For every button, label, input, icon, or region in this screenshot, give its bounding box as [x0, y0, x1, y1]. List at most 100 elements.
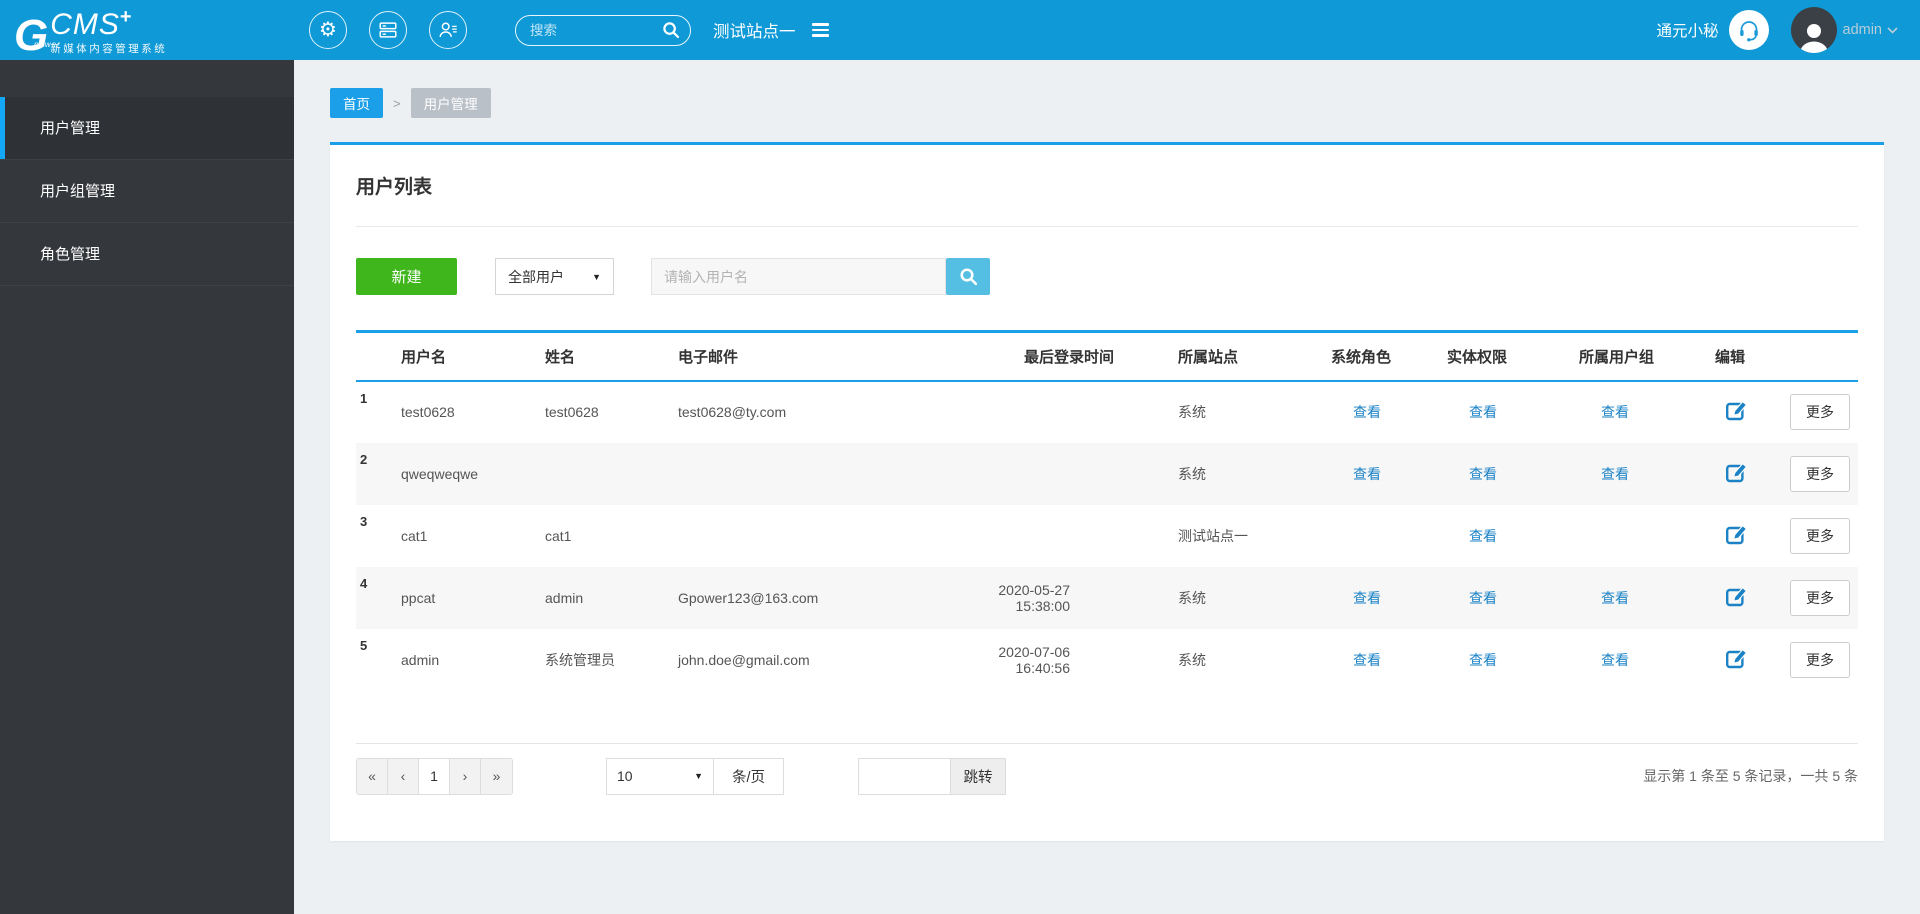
user-filter-select[interactable]: 全部用户 ▼: [495, 258, 614, 295]
col-email: 电子邮件: [678, 348, 739, 366]
avatar-person-icon: [1799, 24, 1828, 53]
view-link[interactable]: 查看: [1353, 652, 1381, 668]
view-link[interactable]: 查看: [1469, 404, 1497, 420]
cell-user-group: 查看: [1575, 443, 1711, 505]
more-button[interactable]: 更多: [1790, 517, 1850, 554]
cell-user-group: 查看: [1575, 629, 1711, 691]
user-filter-value: 全部用户: [508, 268, 564, 285]
page-size-select[interactable]: 10 ▼: [606, 757, 714, 795]
page-number-button[interactable]: 1: [419, 758, 450, 794]
username-search-input[interactable]: [651, 258, 946, 295]
more-button[interactable]: 更多: [1790, 455, 1850, 492]
view-link[interactable]: 查看: [1469, 590, 1497, 606]
view-link[interactable]: 查看: [1353, 404, 1381, 420]
main-content: 首页 > 用户管理 用户列表 新建 全部用户 ▼ 请输入用户名 用户名 姓名 电…: [294, 60, 1920, 914]
settings-button[interactable]: ⚙: [309, 11, 347, 49]
global-search-input[interactable]: [530, 22, 662, 38]
cell-username: ppcat: [401, 589, 436, 606]
breadcrumb-home[interactable]: 首页: [330, 88, 383, 118]
cell-email: john.doe@gmail.com: [678, 651, 810, 668]
view-link[interactable]: 查看: [1601, 404, 1629, 420]
breadcrumb-current: 用户管理: [410, 88, 491, 118]
cell-username: qweqweqwe: [401, 465, 479, 482]
cell-email: Gpower123@163.com: [678, 589, 819, 606]
cell-username: admin: [401, 651, 440, 668]
cell-user-group: 查看: [1575, 381, 1711, 443]
more-button[interactable]: 更多: [1790, 394, 1850, 430]
view-link[interactable]: 查看: [1469, 466, 1497, 482]
select-arrow-icon: ▼: [592, 271, 601, 282]
table-row: 1 test0628 test0628 test0628@ty.com 系统 查…: [356, 381, 1858, 443]
modules-button[interactable]: [369, 11, 407, 49]
table-header-row: 用户名 姓名 电子邮件 最后登录时间 所属站点 系统角色 实体权限 所属用户组 …: [356, 331, 1858, 381]
edit-icon[interactable]: [1725, 523, 1748, 546]
site-name: 测试站点一: [713, 23, 796, 41]
edit-icon[interactable]: [1725, 399, 1748, 422]
edit-icon[interactable]: [1725, 461, 1748, 484]
page-prev-button[interactable]: ‹: [388, 758, 419, 794]
jump-page-input[interactable]: [858, 757, 950, 795]
table-row: 3 cat1 cat1 测试站点一 查看 更多: [356, 505, 1858, 567]
sidebar-item-user-group-management[interactable]: 用户组管理: [0, 160, 294, 223]
edit-icon[interactable]: [1725, 647, 1748, 670]
new-button[interactable]: 新建: [356, 258, 457, 295]
hamburger-menu-icon[interactable]: [811, 23, 829, 37]
user-management-button[interactable]: [429, 11, 467, 49]
global-search: [515, 14, 691, 46]
chevron-down-icon[interactable]: [1887, 26, 1898, 34]
jump-button[interactable]: 跳转: [950, 757, 1006, 795]
cell-last-login: [938, 443, 1114, 505]
assistant-label[interactable]: 通元小秘: [1656, 19, 1718, 41]
view-link[interactable]: 查看: [1601, 652, 1629, 668]
row-number: 4: [360, 575, 368, 591]
table-row: 5 admin 系统管理员 john.doe@gmail.com 2020-07…: [356, 629, 1858, 691]
cell-site: 系统: [1178, 651, 1206, 668]
table-footer: « ‹ 1 › » 10 ▼ 条/页 跳转 显示第 1 条至 5 条记录，一共 …: [356, 742, 1858, 795]
sidebar-item-user-management[interactable]: 用户管理: [0, 97, 294, 160]
logo-subtitle: 新媒体内容管理系统: [50, 43, 168, 55]
assistant-button[interactable]: [1728, 10, 1769, 50]
cell-email: [674, 505, 938, 567]
cell-last-login: 2020-05-27 15:38:00: [998, 581, 1070, 614]
cell-email: test0628@ty.com: [678, 404, 787, 420]
cell-system-role: 查看: [1327, 443, 1443, 505]
sidebar-item-role-management[interactable]: 角色管理: [0, 223, 294, 286]
app-logo[interactable]: G power CMS+ 新媒体内容管理系统: [14, 4, 224, 58]
user-table-body: 1 test0628 test0628 test0628@ty.com 系统 查…: [356, 381, 1858, 691]
edit-icon[interactable]: [1725, 585, 1748, 608]
per-page-label: 条/页: [714, 757, 784, 795]
view-link[interactable]: 查看: [1469, 528, 1497, 544]
search-icon[interactable]: [662, 21, 680, 39]
row-number: 2: [360, 451, 368, 467]
logo-cms-text: CMS+: [50, 6, 133, 41]
search-button[interactable]: [946, 258, 990, 295]
user-avatar[interactable]: [1790, 7, 1837, 53]
cell-system-role: 查看: [1327, 381, 1443, 443]
gear-icon: ⚙: [319, 19, 337, 41]
cell-username: test0628: [401, 404, 455, 420]
pagination: « ‹ 1 › »: [356, 757, 513, 795]
more-button[interactable]: 更多: [1790, 579, 1850, 616]
table-row: 2 qweqweqwe 系统 查看 查看 查看 更多: [356, 442, 1858, 505]
col-site: 所属站点: [1178, 348, 1239, 366]
page-next-button[interactable]: ›: [450, 758, 481, 794]
view-link[interactable]: 查看: [1353, 466, 1381, 482]
table-row: 4 ppcat admin Gpower123@163.com 2020-05-…: [356, 566, 1858, 629]
topbar: G power CMS+ 新媒体内容管理系统 ⚙ 搜索 测试站点一 通元小秘 a…: [0, 0, 1920, 60]
row-number: 1: [360, 390, 368, 406]
view-link[interactable]: 查看: [1601, 590, 1629, 606]
cell-user-group: [1575, 505, 1711, 567]
view-link[interactable]: 查看: [1601, 466, 1629, 482]
cell-system-role: 查看: [1327, 567, 1443, 629]
username-label[interactable]: admin: [1843, 22, 1883, 38]
cell-name: 系统管理员: [545, 651, 615, 668]
page-first-button[interactable]: «: [357, 758, 388, 794]
headset-icon: [1739, 21, 1758, 42]
col-system-role: 系统角色: [1331, 348, 1392, 366]
cell-name: test0628: [545, 404, 599, 420]
more-button[interactable]: 更多: [1790, 641, 1850, 678]
view-link[interactable]: 查看: [1353, 590, 1381, 606]
site-switcher[interactable]: 测试站点一: [713, 18, 829, 42]
view-link[interactable]: 查看: [1469, 652, 1497, 668]
page-last-button[interactable]: »: [481, 758, 512, 794]
